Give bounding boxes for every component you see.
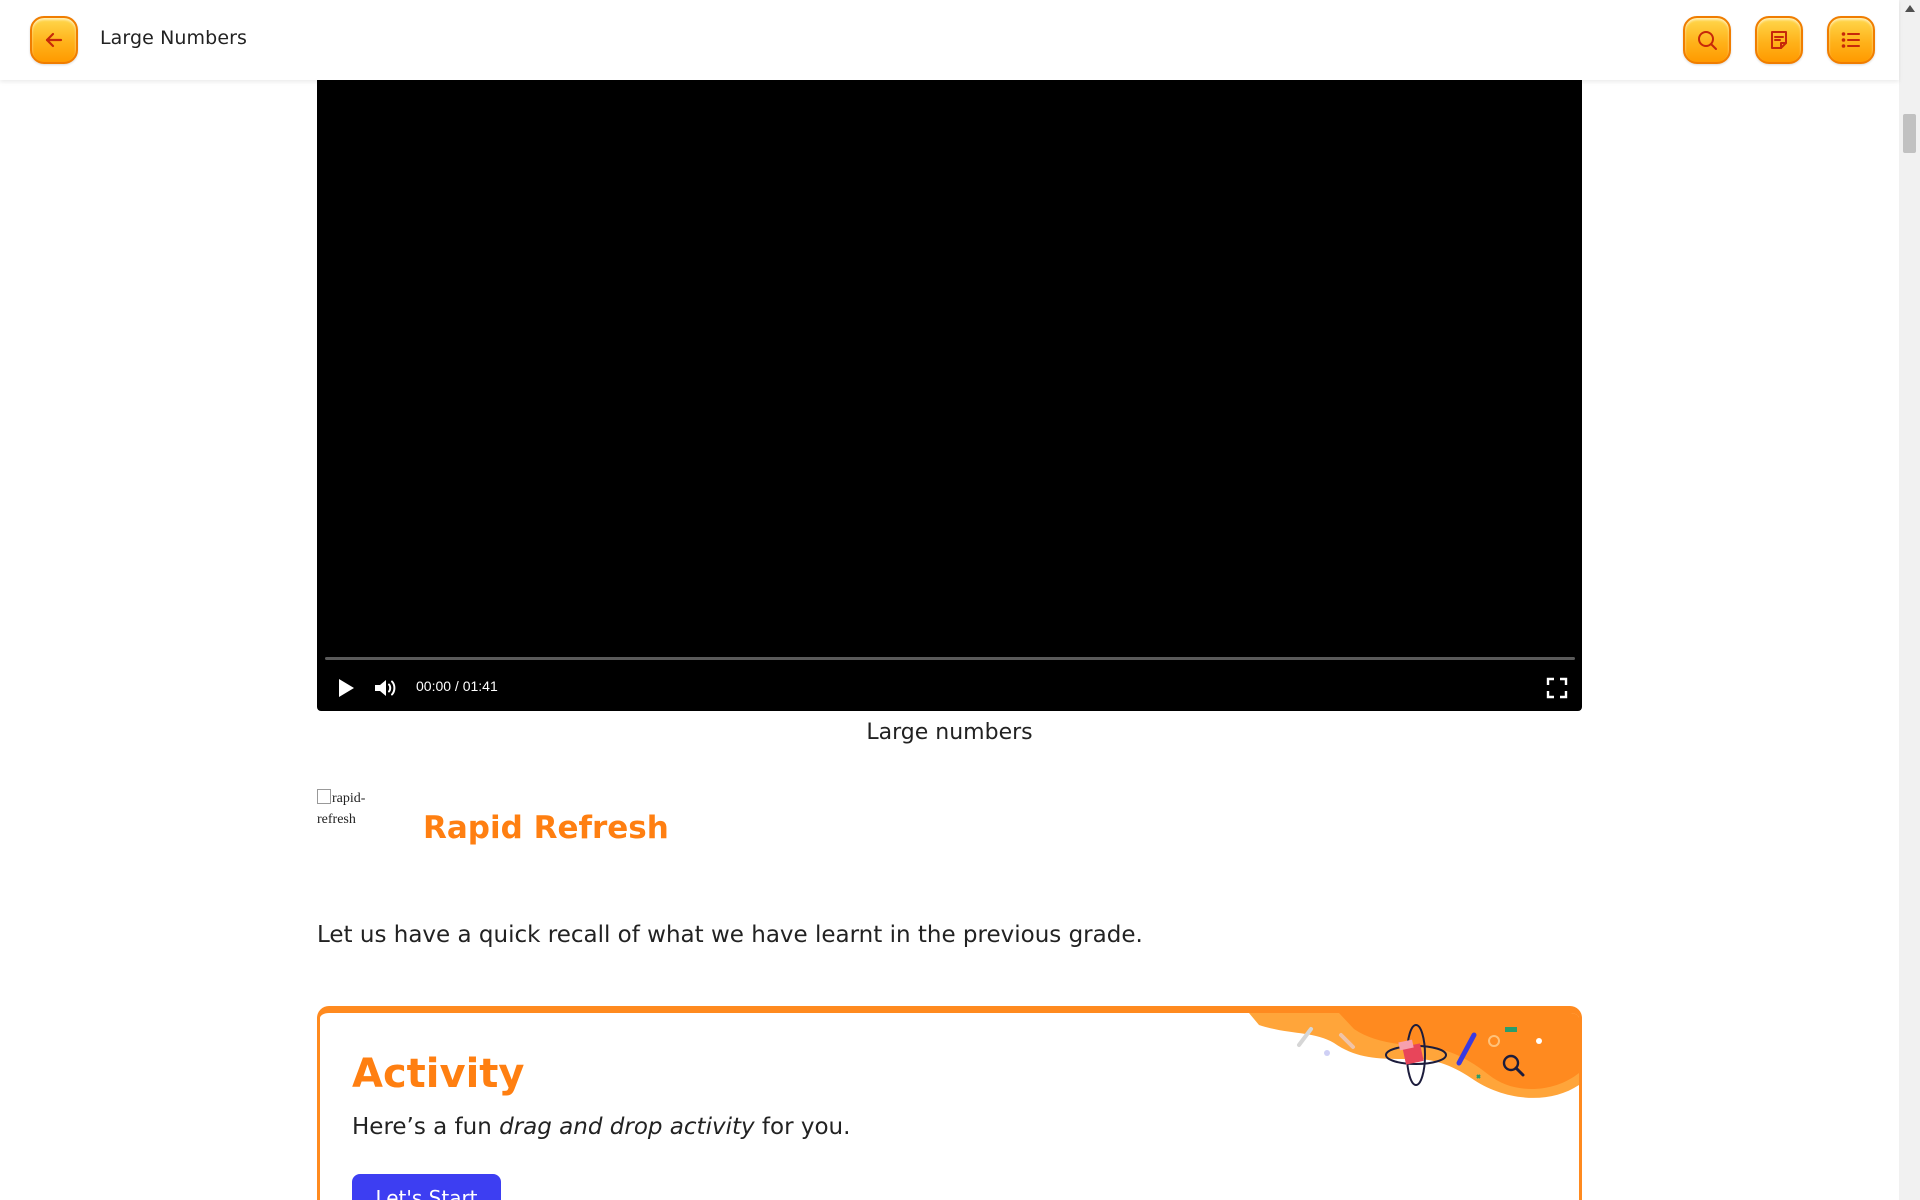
- scroll-up-arrow[interactable]: [1899, 0, 1920, 17]
- triangle-up-icon: [1904, 5, 1915, 12]
- video-time: 00:00 / 01:41: [416, 678, 498, 694]
- lets-start-button[interactable]: Let's Start: [352, 1174, 501, 1200]
- search-icon: [1698, 31, 1717, 50]
- notes-icon: [1771, 31, 1787, 49]
- video-progress-bar[interactable]: [325, 657, 1575, 660]
- page-scrollbar[interactable]: [1899, 0, 1920, 1200]
- activity-description: Here’s a fun drag and drop activity for …: [352, 1114, 850, 1140]
- rapid-refresh-image: rapid- refresh: [317, 788, 377, 828]
- list-icon: [1841, 32, 1860, 48]
- fullscreen-icon[interactable]: [1545, 676, 1569, 700]
- section-title: Rapid Refresh: [423, 810, 669, 846]
- video-caption: Large numbers: [866, 720, 1033, 745]
- menu-button[interactable]: [1827, 16, 1875, 64]
- activity-desc-text: Here’s a fun: [352, 1114, 500, 1140]
- volume-icon[interactable]: [373, 676, 399, 700]
- scroll-thumb[interactable]: [1903, 114, 1916, 153]
- notes-button[interactable]: [1755, 16, 1803, 64]
- activity-card: Activity Here’s a fun drag and drop acti…: [317, 1006, 1582, 1200]
- search-button[interactable]: [1683, 16, 1731, 64]
- intro-text: Let us have a quick recall of what we ha…: [317, 922, 1143, 948]
- top-bar: Large Numbers: [0, 0, 1899, 80]
- activity-title: Activity: [352, 1051, 525, 1097]
- play-icon[interactable]: [335, 677, 357, 699]
- app-root: Large Numbers 00:00 / 01:41 Large number…: [0, 0, 1920, 1200]
- activity-desc-text: for you.: [754, 1114, 851, 1140]
- back-button[interactable]: [30, 16, 78, 64]
- activity-illustration: [1249, 1013, 1579, 1098]
- activity-desc-emphasis: drag and drop activity: [499, 1114, 755, 1140]
- broken-image-icon: [317, 789, 331, 804]
- arrow-left-icon: [45, 32, 63, 48]
- page-title: Large Numbers: [100, 27, 248, 49]
- image-alt-text: refresh: [317, 812, 356, 827]
- image-alt-text: rapid-: [332, 791, 366, 806]
- video-player[interactable]: 00:00 / 01:41: [317, 80, 1582, 711]
